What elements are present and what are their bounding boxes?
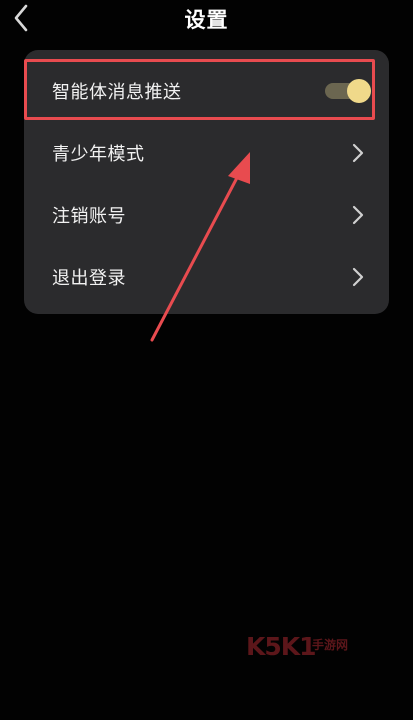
row-delete-account[interactable]: 注销账号 [24,184,389,246]
watermark-logo: K5K1 [246,632,317,661]
chevron-right-icon [351,266,365,288]
header-bar: 设置 [0,0,413,36]
row-label: 退出登录 [52,268,126,289]
page-title: 设置 [184,8,229,32]
highlight-box [24,59,375,120]
chevron-right-icon [351,204,365,226]
row-label: 青少年模式 [52,144,145,165]
chevron-right-icon [351,142,365,164]
row-teen-mode[interactable]: 青少年模式 [24,122,389,184]
watermark-text: 手游网 [312,638,349,652]
settings-card: 智能体消息推送 青少年模式 注销账号 退出登录 [24,50,389,314]
row-label: 注销账号 [52,206,126,227]
row-logout[interactable]: 退出登录 [24,246,389,308]
watermark: K5K1 手游网 [246,630,358,662]
